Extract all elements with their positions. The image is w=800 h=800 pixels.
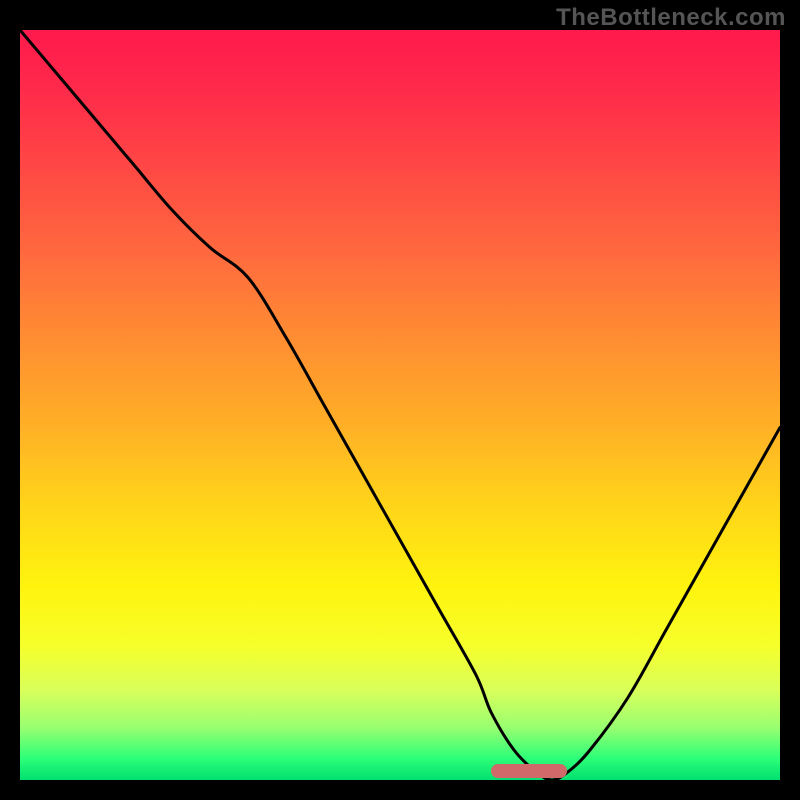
curve-path: [20, 30, 780, 780]
bottleneck-curve: [20, 30, 780, 780]
plot-area: [20, 30, 780, 780]
chart-container: TheBottleneck.com: [0, 0, 800, 800]
optimal-range-marker: [491, 764, 567, 778]
watermark-text: TheBottleneck.com: [556, 4, 786, 32]
